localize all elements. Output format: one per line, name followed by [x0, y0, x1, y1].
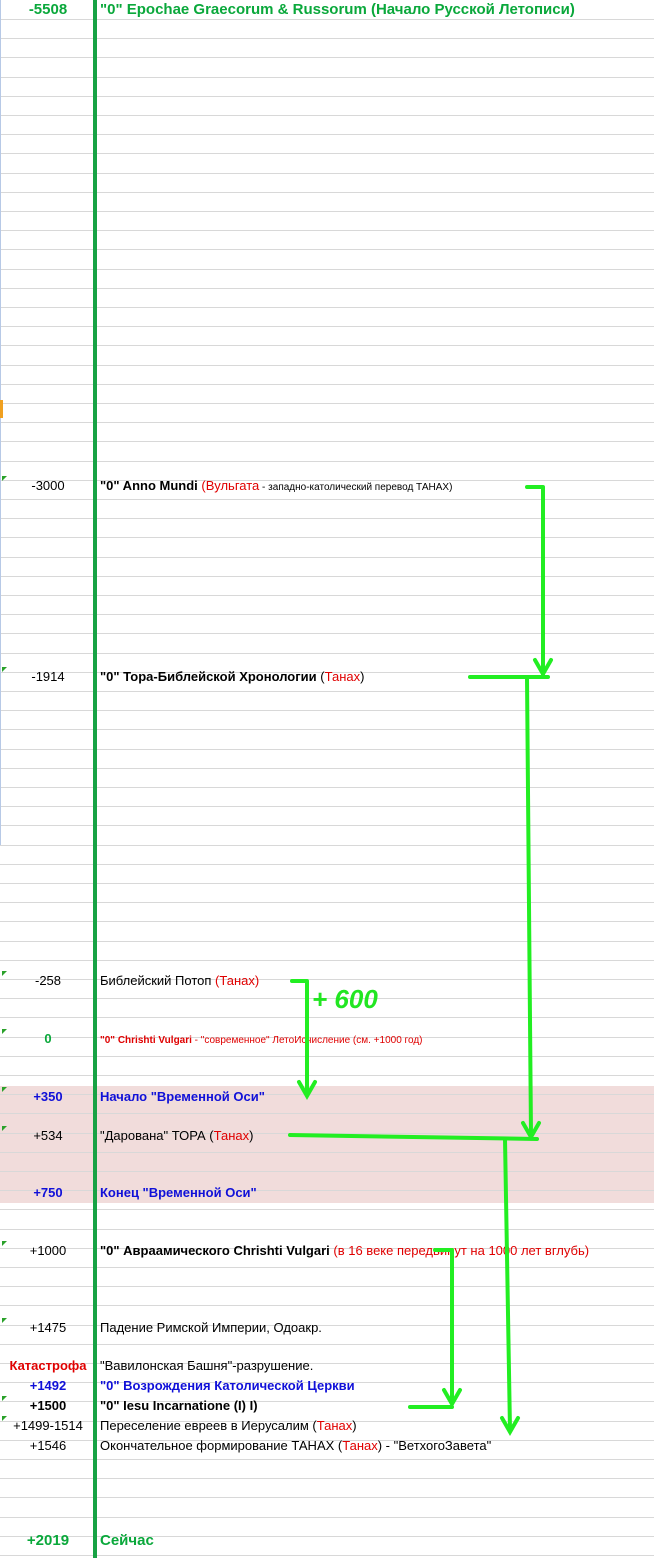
arrow-534-to-1546: [503, 1137, 512, 1432]
arrow-258-to-350: [290, 979, 309, 1096]
arrows-overlay: [288, 485, 553, 1437]
arrow-1000-to-1500: [433, 1248, 454, 1404]
arrow-534-bar: [288, 1133, 539, 1141]
arrow-3000-to-1914: [525, 485, 545, 676]
arrow-1914-to-534: [525, 675, 533, 1137]
